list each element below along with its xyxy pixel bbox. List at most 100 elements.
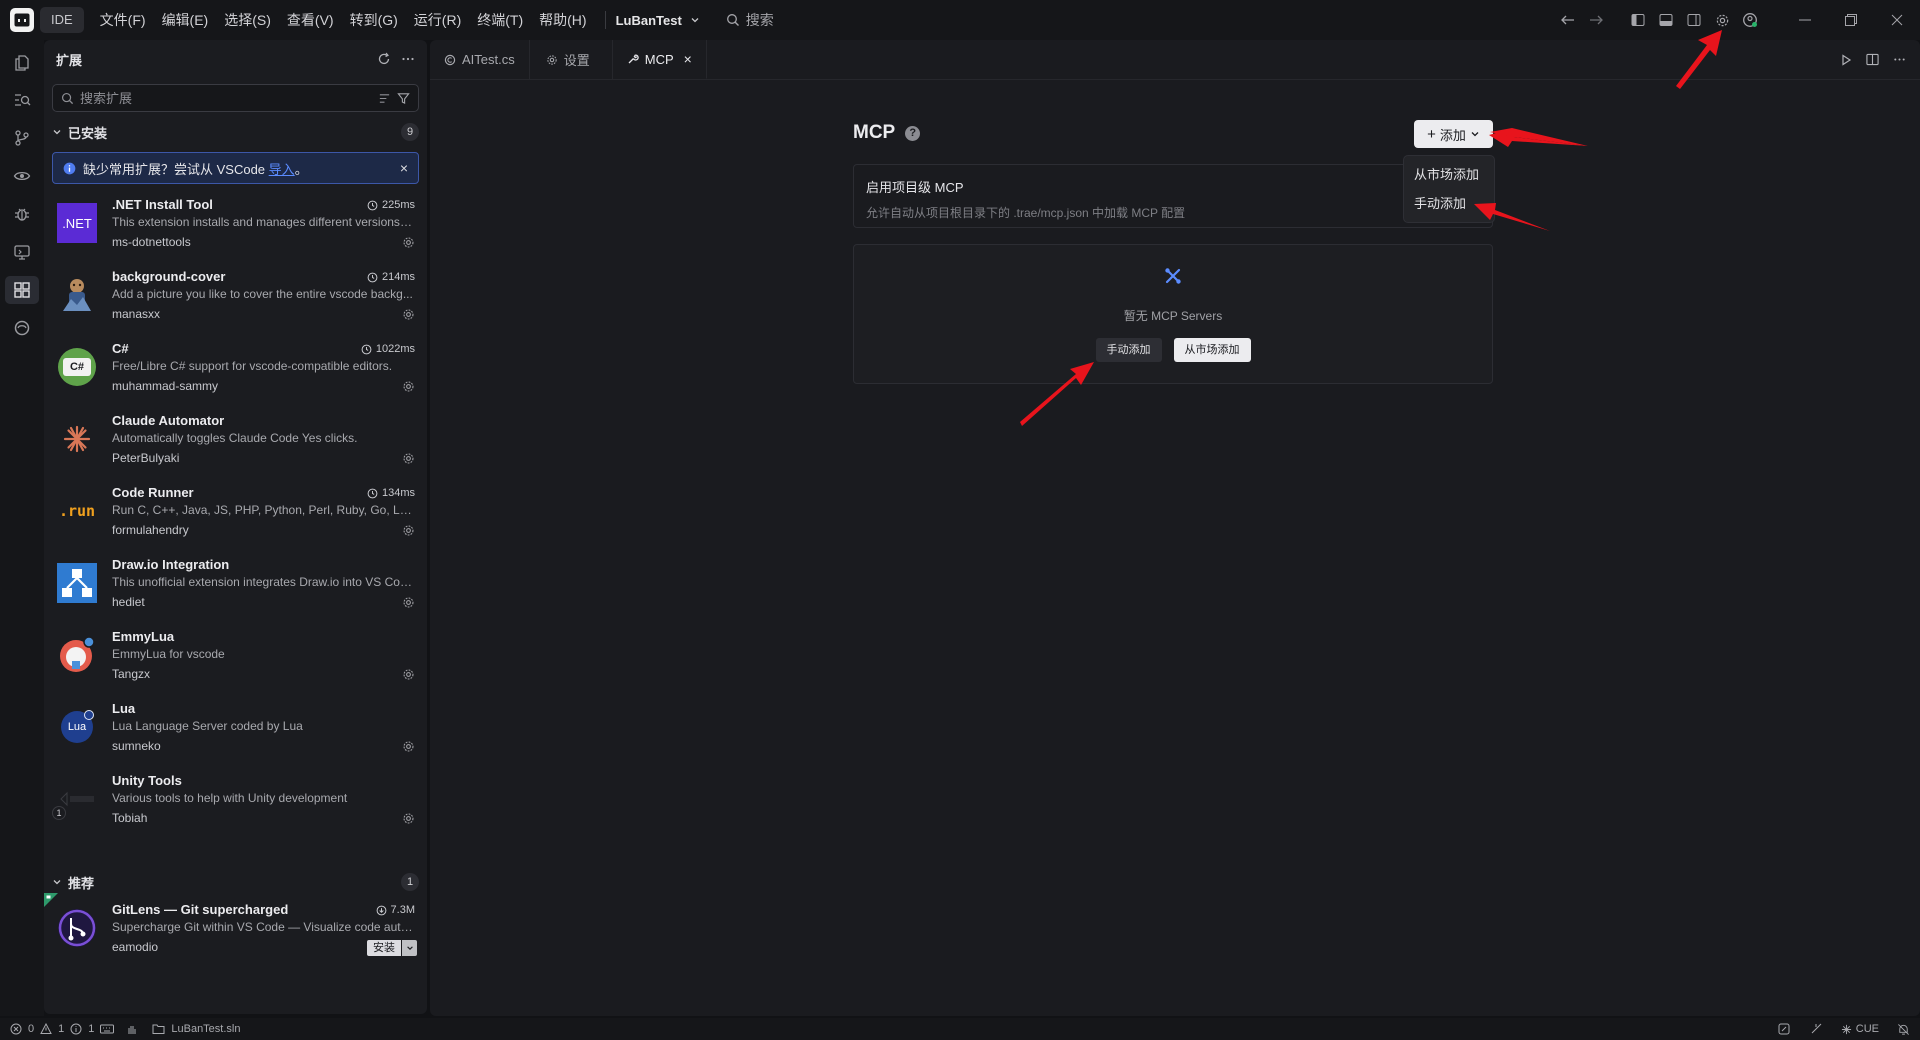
menu-edit[interactable]: 编辑(E) bbox=[154, 0, 217, 40]
forward-arrow-icon[interactable] bbox=[1582, 6, 1610, 34]
manage-gear-icon[interactable] bbox=[402, 812, 415, 825]
toggle-secondary-sidebar-icon[interactable] bbox=[1680, 6, 1708, 34]
recommended-label: 推荐 bbox=[68, 875, 95, 891]
global-search[interactable]: 搜索 bbox=[726, 10, 774, 30]
keyboard-icon[interactable] bbox=[100, 1023, 115, 1035]
extension-search-input[interactable] bbox=[80, 90, 372, 106]
history-clock-icon bbox=[367, 488, 378, 498]
debug-bug-icon[interactable] bbox=[5, 200, 39, 228]
menu-run[interactable]: 运行(R) bbox=[406, 0, 469, 40]
explorer-icon[interactable] bbox=[5, 48, 39, 76]
menu-view[interactable]: 查看(V) bbox=[279, 0, 342, 40]
manage-gear-icon[interactable] bbox=[402, 596, 415, 609]
extensions-icon[interactable] bbox=[5, 276, 39, 304]
warning-icon[interactable] bbox=[40, 1023, 52, 1035]
bell-icon[interactable] bbox=[1897, 1023, 1910, 1036]
menu-item-add-manually[interactable]: 手动添加 bbox=[1404, 189, 1494, 218]
page-title: MCP bbox=[853, 122, 896, 143]
editor-tab-bar: AITest.cs 设置 MCP × bbox=[430, 40, 1920, 80]
menu-help[interactable]: 帮助(H) bbox=[531, 0, 594, 40]
extension-item[interactable]: .run Code Runner Run C, C++, Java, JS, P… bbox=[44, 476, 427, 548]
menu-terminal[interactable]: 终端(T) bbox=[469, 0, 531, 40]
back-arrow-icon[interactable] bbox=[1554, 6, 1582, 34]
close-notice-button[interactable]: × bbox=[400, 160, 408, 176]
manual-add-button[interactable]: 手动添加 bbox=[1095, 338, 1162, 362]
refresh-icon[interactable] bbox=[377, 52, 391, 66]
extension-description: EmmyLua for vscode bbox=[112, 647, 225, 661]
manage-gear-icon[interactable] bbox=[402, 308, 415, 321]
manage-gear-icon[interactable] bbox=[402, 236, 415, 249]
split-editor-icon[interactable] bbox=[1866, 53, 1879, 66]
more-actions-icon[interactable] bbox=[401, 52, 415, 66]
market-add-button[interactable]: 从市场添加 bbox=[1173, 338, 1251, 362]
settings-gear-icon[interactable] bbox=[1708, 6, 1736, 34]
error-icon[interactable] bbox=[10, 1023, 22, 1035]
close-window-icon[interactable] bbox=[1874, 0, 1920, 40]
restore-icon[interactable] bbox=[1828, 0, 1874, 40]
remote-explorer-icon[interactable] bbox=[5, 238, 39, 266]
extension-item[interactable]: Claude Automator Automatically toggles C… bbox=[44, 404, 427, 476]
extension-publisher: hediet bbox=[112, 595, 145, 609]
tab-mcp[interactable]: MCP × bbox=[612, 40, 707, 79]
extension-item[interactable]: 1 Unity Tools Various tools to help with… bbox=[44, 764, 427, 836]
install-button[interactable]: 安装 bbox=[367, 940, 417, 956]
info-icon[interactable] bbox=[70, 1023, 82, 1035]
extension-item[interactable]: Draw.io Integration This unofficial exte… bbox=[44, 548, 427, 620]
ai-sparkle-icon[interactable] bbox=[1809, 1022, 1823, 1036]
installed-section-header[interactable]: 已安装 9 bbox=[44, 120, 427, 144]
plus-icon: + bbox=[1427, 125, 1436, 143]
search-icon bbox=[61, 92, 74, 104]
more-actions-icon[interactable] bbox=[1893, 53, 1906, 66]
gitlens-icon bbox=[56, 907, 98, 949]
close-tab-button[interactable]: × bbox=[684, 51, 692, 67]
clear-filter-icon[interactable] bbox=[378, 92, 391, 105]
run-icon[interactable] bbox=[1840, 53, 1852, 66]
extension-description: Automatically toggles Claude Code Yes cl… bbox=[112, 431, 358, 445]
cue-indicator[interactable]: CUE bbox=[1841, 1023, 1879, 1035]
source-control-icon[interactable] bbox=[5, 124, 39, 152]
add-button-label: 添加 bbox=[1439, 127, 1466, 143]
solution-name[interactable]: LuBanTest.sln bbox=[171, 1023, 240, 1035]
preview-eye-icon[interactable] bbox=[5, 162, 39, 190]
toggle-primary-sidebar-icon[interactable] bbox=[1624, 6, 1652, 34]
tab-label: MCP bbox=[644, 51, 674, 67]
install-options-chevron-icon[interactable] bbox=[401, 940, 417, 956]
activation-time-value: 225ms bbox=[381, 199, 415, 211]
project-selector[interactable]: LuBanTest bbox=[616, 13, 700, 28]
menu-goto[interactable]: 转到(G) bbox=[342, 0, 406, 40]
recommended-extension-item[interactable]: GitLens — Git supercharged Supercharge G… bbox=[44, 893, 427, 965]
menu-file[interactable]: 文件(F) bbox=[92, 0, 154, 40]
account-icon[interactable] bbox=[1736, 6, 1764, 34]
tab-aitest[interactable]: AITest.cs bbox=[430, 40, 530, 79]
recommended-section-header[interactable]: 推荐 1 bbox=[44, 870, 427, 894]
notifications-sync-icon[interactable] bbox=[1777, 1022, 1791, 1036]
download-count: 7.3M bbox=[376, 904, 415, 916]
tab-settings[interactable]: 设置 bbox=[530, 40, 613, 79]
minimize-icon[interactable] bbox=[1782, 0, 1828, 40]
import-link[interactable]: 导入 bbox=[269, 162, 295, 177]
search-view-icon[interactable] bbox=[5, 86, 39, 114]
menu-selection[interactable]: 选择(S) bbox=[216, 0, 279, 40]
extension-item[interactable]: EmmyLua EmmyLua for vscode Tangzx bbox=[44, 620, 427, 692]
hand-icon[interactable] bbox=[126, 1023, 138, 1035]
manage-gear-icon[interactable] bbox=[402, 524, 415, 537]
extension-item[interactable]: background-cover Add a picture you like … bbox=[44, 260, 427, 332]
extension-search-box bbox=[52, 84, 419, 112]
filter-icon[interactable] bbox=[397, 92, 410, 105]
ide-label[interactable]: IDE bbox=[40, 7, 84, 33]
extension-item[interactable]: Lua Lua Lua Language Server coded by Lua… bbox=[44, 692, 427, 764]
extension-item[interactable]: C# C# Free/Libre C# support for vscode-c… bbox=[44, 332, 427, 404]
toggle-panel-icon[interactable] bbox=[1652, 6, 1680, 34]
extension-item[interactable]: .NET .NET Install Tool This extension in… bbox=[44, 188, 427, 260]
add-mcp-button[interactable]: + 添加 bbox=[1414, 120, 1493, 148]
help-icon[interactable]: ? bbox=[905, 125, 921, 141]
menu-item-add-from-market[interactable]: 从市场添加 bbox=[1404, 160, 1494, 189]
chevron-down-icon bbox=[691, 18, 699, 23]
manage-gear-icon[interactable] bbox=[402, 740, 415, 753]
empty-state-text: 暂无 MCP Servers bbox=[1123, 309, 1223, 323]
manage-gear-icon[interactable] bbox=[402, 380, 415, 393]
emmylua-icon bbox=[56, 634, 98, 676]
ai-chat-icon[interactable] bbox=[5, 314, 39, 342]
manage-gear-icon[interactable] bbox=[402, 668, 415, 681]
manage-gear-icon[interactable] bbox=[402, 452, 415, 465]
